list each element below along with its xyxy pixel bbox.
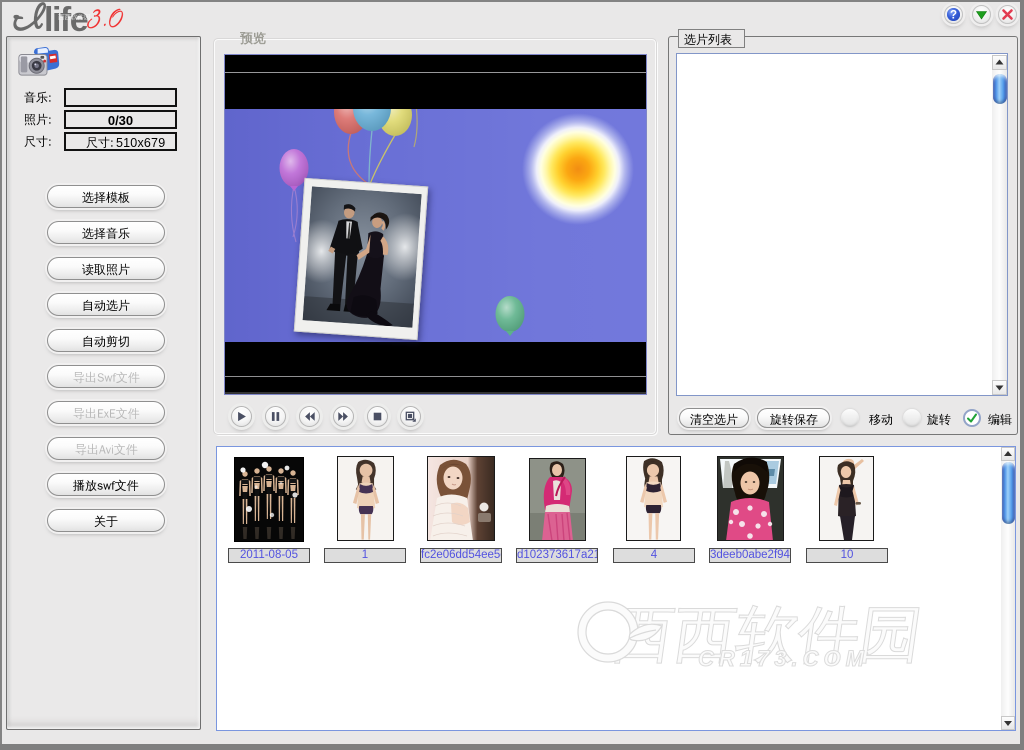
svg-text:?: ? xyxy=(950,10,957,22)
